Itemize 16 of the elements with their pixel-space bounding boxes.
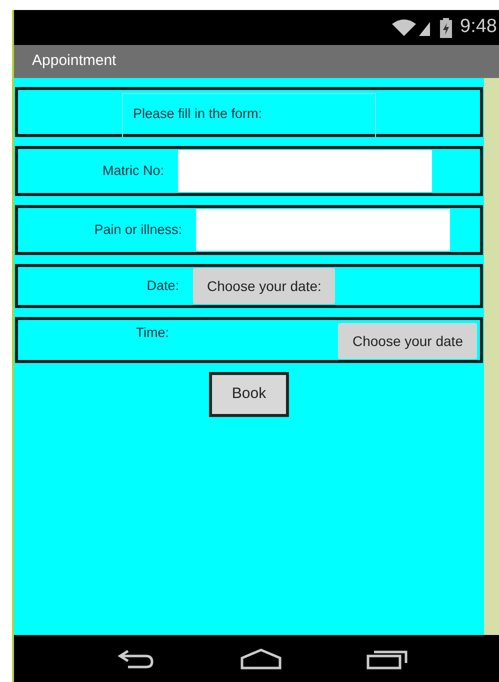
form-heading: Please fill in the form: [122, 93, 376, 137]
time-picker-button[interactable]: Choose your date [338, 323, 477, 359]
date-picker-button[interactable]: Choose your date: [193, 268, 336, 304]
back-icon[interactable] [116, 648, 156, 670]
input-field[interactable] [178, 150, 432, 192]
book-button[interactable]: Book [209, 372, 289, 417]
wifi-signal-icon [392, 18, 432, 38]
battery-icon [440, 18, 452, 38]
clock-time: 9:48 [460, 15, 497, 40]
input-field[interactable] [196, 209, 450, 251]
field-label: Matric No: [101, 162, 165, 180]
app-title: Appointment [32, 51, 116, 72]
field-label: Date: [146, 276, 180, 295]
field-label: Time: [134, 324, 170, 342]
field-label: Pain or illness: [93, 220, 183, 239]
home-icon[interactable] [238, 648, 282, 670]
